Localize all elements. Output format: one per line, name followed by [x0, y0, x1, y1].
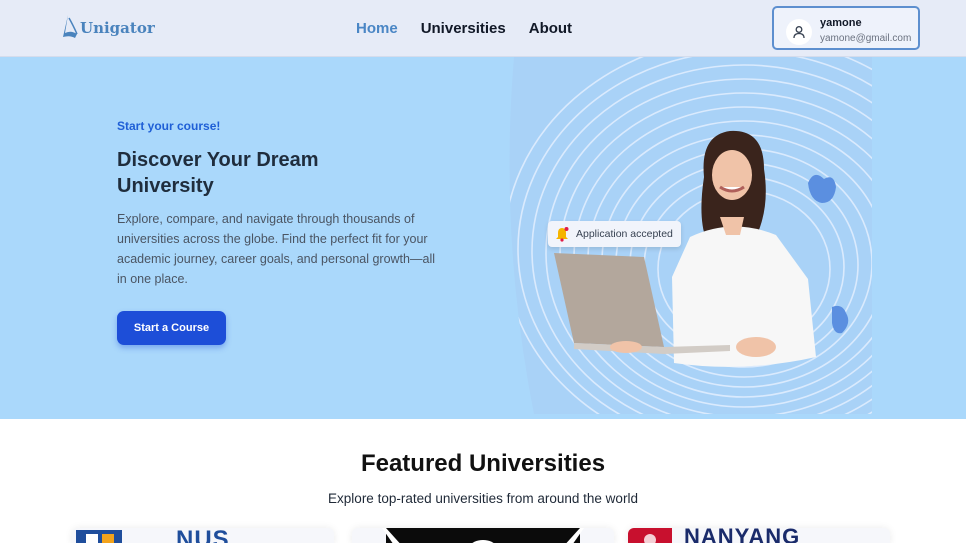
logo-text: Unigator	[80, 19, 155, 37]
university-card-nus[interactable]: NUS	[72, 528, 334, 543]
bell-icon	[556, 227, 569, 242]
logo-icon	[63, 15, 78, 38]
university-crest-icon	[382, 528, 584, 543]
nav-home[interactable]: Home	[356, 20, 398, 37]
toast-text: Application accepted	[576, 228, 673, 240]
nav-universities[interactable]: Universities	[421, 20, 506, 37]
hero-description: Explore, compare, and navigate through t…	[117, 212, 435, 286]
logo[interactable]: Unigator	[62, 13, 155, 41]
notification-toast: Application accepted	[548, 221, 681, 247]
featured-title: Featured Universities	[360, 450, 606, 477]
main-nav: Home Universities About	[356, 20, 595, 37]
university-card-2[interactable]	[352, 528, 614, 543]
card-logo-text: NANYANG	[684, 528, 801, 543]
avatar	[786, 19, 812, 45]
user-icon	[793, 26, 805, 39]
start-course-button[interactable]: Start a Course	[117, 311, 226, 345]
user-name: yamone	[820, 17, 862, 29]
site-header: Unigator Home Universities About yamone …	[0, 0, 966, 57]
nus-crest-icon	[76, 530, 122, 543]
hero-eyebrow: Start your course!	[117, 119, 221, 133]
user-email: yamone@gmail.com	[820, 33, 912, 44]
hero-section: Start your course! Discover Your Dream U…	[0, 57, 966, 419]
user-profile-button[interactable]: yamone yamone@gmail.com	[772, 6, 920, 50]
university-card-ntu[interactable]: NANYANG	[628, 528, 890, 543]
card-logo-text: NUS	[176, 528, 230, 543]
hero-title: Discover Your Dream University	[117, 149, 319, 197]
nav-about[interactable]: About	[529, 20, 572, 37]
featured-subtitle: Explore top-rated universities from arou…	[328, 491, 638, 506]
ntu-crest-icon	[628, 528, 672, 543]
